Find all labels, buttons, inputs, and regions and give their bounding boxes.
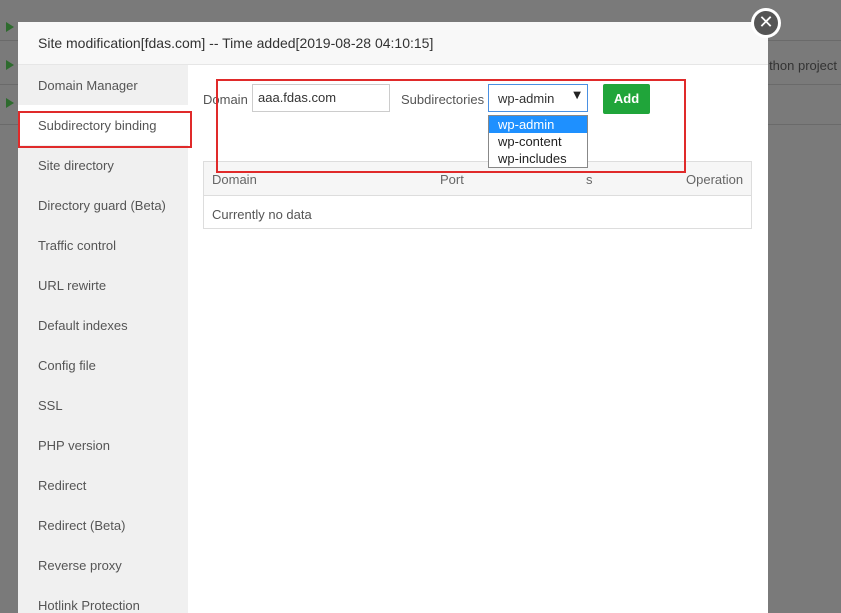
sidebar-item-label: Config file	[38, 358, 96, 373]
column-header-domain: Domain	[212, 172, 257, 187]
close-icon: ✕	[754, 11, 778, 35]
sidebar-item-site-directory[interactable]: Site directory	[18, 145, 188, 185]
sidebar-item-hotlink-protection[interactable]: Hotlink Protection	[18, 585, 188, 613]
domain-label: Domain	[203, 92, 248, 107]
column-header-subdirectory: s	[586, 172, 593, 187]
dropdown-option-wp-includes[interactable]: wp-includes	[489, 150, 587, 167]
play-icon	[6, 22, 14, 32]
sidebar-item-subdirectory-binding[interactable]: Subdirectory binding	[18, 105, 188, 145]
table-header: Domain Port s Operation	[204, 162, 751, 196]
sidebar-item-reverse-proxy[interactable]: Reverse proxy	[18, 545, 188, 585]
sidebar-item-label: Site directory	[38, 158, 114, 173]
sidebar-item-label: Redirect	[38, 478, 87, 493]
play-icon	[6, 98, 14, 108]
sidebar-item-ssl[interactable]: SSL	[18, 385, 188, 425]
subdirectories-label: Subdirectories	[401, 92, 485, 107]
empty-table-message: Currently no data	[212, 207, 312, 222]
sidebar-item-label: Directory guard (Beta)	[38, 198, 166, 213]
sidebar-item-config-file[interactable]: Config file	[18, 345, 188, 385]
add-button[interactable]: Add	[603, 84, 650, 114]
column-header-port: Port	[440, 172, 464, 187]
close-button[interactable]: ✕	[751, 8, 781, 38]
sidebar-item-label: URL rewirte	[38, 278, 107, 293]
dropdown-option-wp-content[interactable]: wp-content	[489, 133, 587, 150]
sidebar-item-label: Hotlink Protection	[38, 598, 140, 613]
select-value: wp-admin	[498, 91, 555, 106]
sidebar-item-domain-manager[interactable]: Domain Manager	[18, 65, 188, 105]
domain-input[interactable]: aaa.fdas.com	[252, 84, 390, 112]
sidebar-item-default-indexes[interactable]: Default indexes	[18, 305, 188, 345]
sidebar-item-label: Redirect (Beta)	[38, 518, 126, 533]
sidebar-item-url-rewrite[interactable]: URL rewirte	[18, 265, 188, 305]
subdirectory-binding-panel: Domain aaa.fdas.com Subdirectories wp-ad…	[188, 65, 768, 613]
sidebar-item-label: Traffic control	[38, 238, 117, 253]
dialog-title: Site modification[fdas.com] -- Time adde…	[38, 35, 434, 51]
sidebar-item-label: Subdirectory binding	[38, 118, 157, 133]
subdirectories-select[interactable]: wp-admin ▼	[488, 84, 588, 112]
play-icon	[6, 60, 14, 70]
sidebar-item-redirect-beta[interactable]: Redirect (Beta)	[18, 505, 188, 545]
dropdown-arrow-icon: ▼	[573, 90, 581, 101]
settings-sidebar: Domain Manager Subdirectory binding Site…	[18, 65, 188, 613]
sidebar-item-redirect[interactable]: Redirect	[18, 465, 188, 505]
subdirectories-dropdown: wp-admin wp-content wp-includes	[488, 115, 588, 168]
sidebar-item-label: SSL	[38, 398, 63, 413]
sidebar-item-label: PHP version	[38, 438, 111, 453]
sidebar-item-directory-guard[interactable]: Directory guard (Beta)	[18, 185, 188, 225]
dropdown-option-wp-admin[interactable]: wp-admin	[489, 116, 587, 133]
bindings-table: Domain Port s Operation Currently no dat…	[203, 161, 752, 229]
site-modification-dialog: Site modification[fdas.com] -- Time adde…	[18, 22, 768, 613]
sidebar-item-label: Domain Manager	[38, 78, 138, 93]
sidebar-item-php-version[interactable]: PHP version	[18, 425, 188, 465]
sidebar-item-label: Reverse proxy	[38, 558, 122, 573]
dialog-header: Site modification[fdas.com] -- Time adde…	[18, 22, 768, 65]
column-header-operation: Operation	[686, 172, 744, 187]
sidebar-item-traffic-control[interactable]: Traffic control	[18, 225, 188, 265]
sidebar-item-label: Default indexes	[38, 318, 128, 333]
background-text: thon project	[769, 58, 837, 73]
